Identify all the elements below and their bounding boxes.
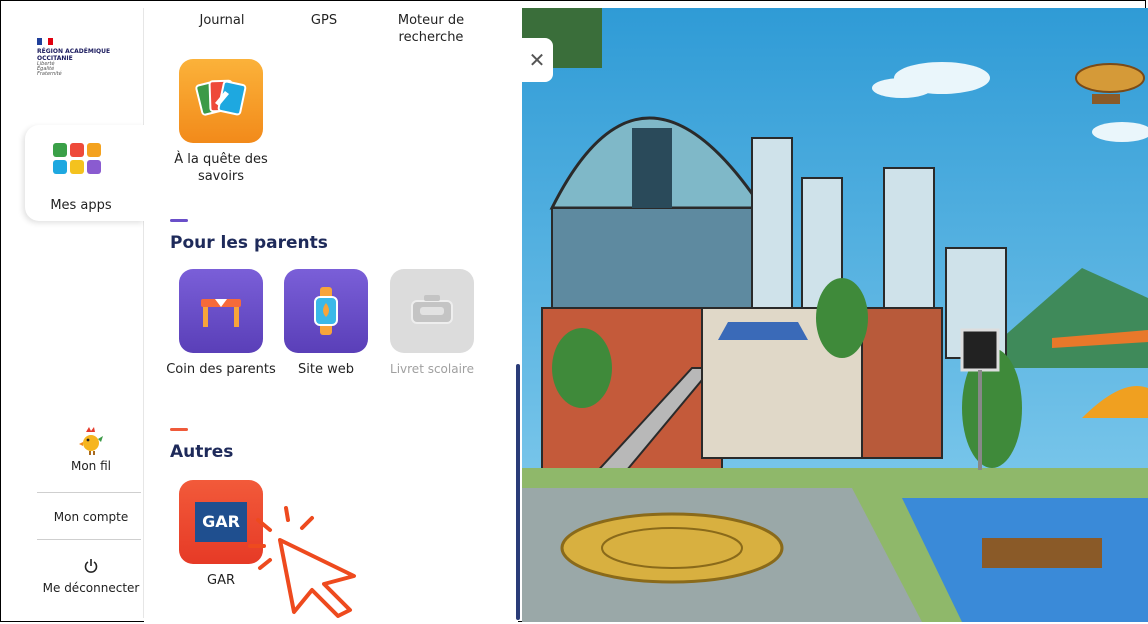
logout-button[interactable]: Me déconnecter [35,558,147,595]
coin-des-parents-app[interactable]: Coin des parents [165,269,277,378]
livret-icon [390,269,474,353]
panel-scrollbar[interactable] [516,364,520,620]
section-accent [170,219,188,222]
smartwatch-icon [284,269,368,353]
livret-scolaire-label: Livret scolaire [390,362,474,376]
game-world-background [522,8,1148,622]
cards-icon [179,59,263,143]
apps-grid-icon [53,143,101,174]
section-accent [170,428,188,431]
region-logo: RÉGION ACADÉMIQUE OCCITANIE Liberté Égal… [37,38,137,77]
logout-label: Me déconnecter [42,581,140,595]
journal-link[interactable]: Journal [170,12,274,29]
moteur-recherche-link[interactable]: Moteur de recherche [379,12,483,46]
livret-scolaire-app: Livret scolaire [376,269,488,378]
flag-icon [37,38,53,45]
autres-section-title: Autres [170,442,234,462]
click-cursor-icon [248,506,356,618]
close-panel-button[interactable]: ✕ [521,38,553,82]
table-icon [179,269,263,353]
quete-savoirs-app[interactable]: À la quête des savoirs [165,59,277,185]
mon-compte-button[interactable]: Mon compte [35,510,147,524]
divider [37,539,141,540]
coin-des-parents-label: Coin des parents [166,362,276,377]
close-icon: ✕ [528,48,546,72]
gps-link[interactable]: GPS [272,12,376,29]
gar-logo: GAR [195,502,247,542]
mes-apps-label: Mes apps [50,198,112,213]
divider [37,492,141,493]
mes-apps-tab[interactable]: Mes apps [25,125,145,221]
quete-savoirs-label: À la quête des savoirs [174,152,268,184]
rooster-icon [79,427,103,455]
mon-fil-button[interactable]: Mon fil [35,426,147,473]
left-rail: RÉGION ACADÉMIQUE OCCITANIE Liberté Égal… [15,8,144,618]
mon-compte-label: Mon compte [53,510,129,524]
site-web-label: Site web [298,362,354,377]
parents-section-title: Pour les parents [170,233,328,253]
power-icon [84,559,98,573]
mon-fil-label: Mon fil [70,459,111,473]
site-web-app[interactable]: Site web [270,269,382,378]
